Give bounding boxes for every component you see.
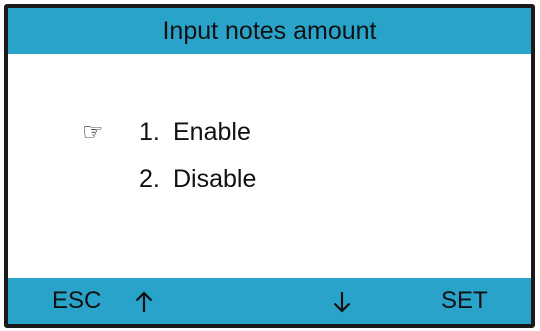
- device-screen: Input notes amount ☞ 1. Enable 2. Disabl…: [4, 4, 535, 328]
- arrow-up-icon: [135, 291, 153, 312]
- menu-area: ☞ 1. Enable 2. Disable: [8, 54, 531, 278]
- arrow-down-icon: [333, 292, 351, 313]
- menu-item-enable[interactable]: 1. Enable: [139, 115, 251, 149]
- menu-item-label: Enable: [173, 118, 251, 146]
- menu-item-number: 2.: [139, 165, 160, 193]
- menu-item-disable[interactable]: 2. Disable: [139, 162, 256, 196]
- title-bar: Input notes amount: [8, 8, 531, 54]
- page-title: Input notes amount: [162, 17, 377, 45]
- pointing-hand-icon: ☞: [82, 118, 104, 146]
- set-button[interactable]: SET: [441, 278, 488, 324]
- menu-item-number: 1.: [139, 118, 160, 146]
- menu-item-label: Disable: [173, 165, 257, 193]
- softkey-bar: ESC SET: [8, 278, 531, 324]
- esc-button[interactable]: ESC: [52, 278, 101, 324]
